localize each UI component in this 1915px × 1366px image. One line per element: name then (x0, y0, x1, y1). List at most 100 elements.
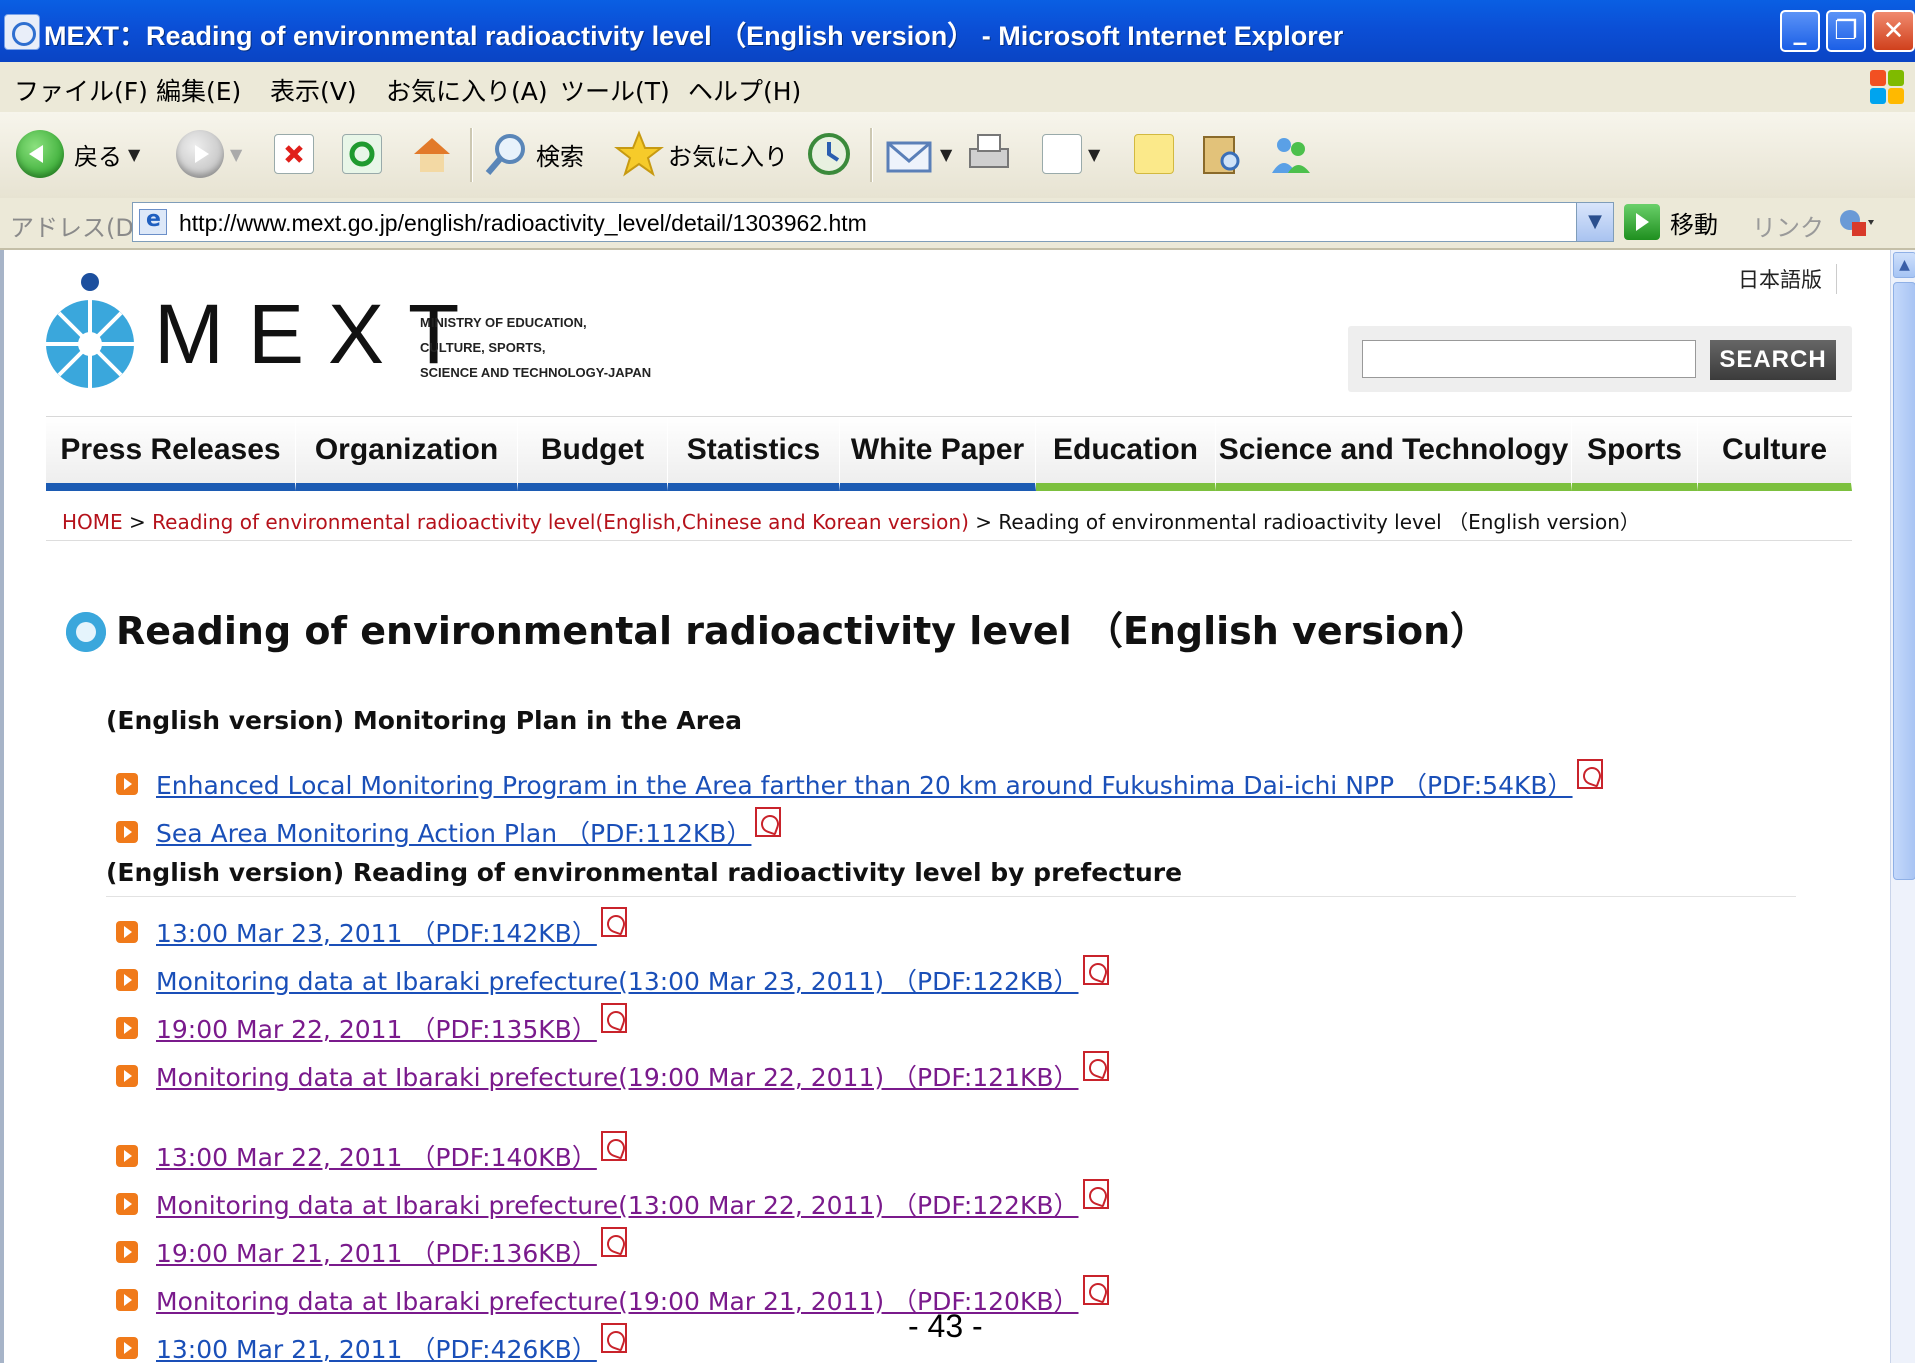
japanese-version-link[interactable]: 日本語版 (1738, 264, 1837, 294)
list-item: 19:00 Mar 22, 2011 （PDF:135KB） (116, 1003, 627, 1046)
discuss-button[interactable] (1134, 124, 1174, 184)
history-icon (808, 133, 850, 175)
nav-statistics[interactable]: Statistics (668, 417, 840, 491)
menu-tools[interactable]: ツール(T) (560, 72, 670, 108)
arrow-bullet-icon (116, 921, 138, 943)
nav-education[interactable]: Education (1036, 417, 1216, 491)
mail-button[interactable]: ▼ (884, 124, 952, 184)
pdf-link[interactable]: Sea Area Monitoring Action Plan （PDF:112… (156, 814, 751, 850)
pdf-link[interactable]: Monitoring data at Ibaraki prefecture(19… (156, 1058, 1079, 1094)
search-button[interactable]: 検索 (482, 124, 584, 184)
site-search-input[interactable] (1362, 340, 1696, 378)
vertical-scrollbar[interactable]: ▲ (1890, 250, 1915, 1363)
list-item: Monitoring data at Ibaraki prefecture(13… (116, 955, 1109, 998)
nav-sports[interactable]: Sports (1572, 417, 1698, 491)
edit-button[interactable]: ▼ (1042, 124, 1100, 184)
toolbar-separator (870, 128, 873, 182)
title-bullet-icon (66, 612, 106, 652)
go-button[interactable]: 移動 (1624, 204, 1718, 240)
section-heading-by-prefecture: (English version) Reading of environment… (106, 858, 1183, 887)
nav-science-and-technology[interactable]: Science and Technology (1216, 417, 1572, 491)
arrow-bullet-icon (116, 1241, 138, 1263)
pdf-link[interactable]: Enhanced Local Monitoring Program in the… (156, 766, 1573, 802)
nav-press-releases[interactable]: Press Releases (46, 417, 296, 491)
chevron-down-icon[interactable]: ▼ (230, 145, 242, 164)
nav-budget[interactable]: Budget (518, 417, 668, 491)
arrow-bullet-icon (116, 1289, 138, 1311)
go-arrow-icon (1624, 204, 1660, 240)
forward-button[interactable]: ▼ (176, 124, 242, 184)
arrow-bullet-icon (116, 1337, 138, 1359)
pdf-link[interactable]: 19:00 Mar 21, 2011 （PDF:136KB） (156, 1234, 597, 1270)
address-field[interactable]: ▼ (132, 202, 1614, 242)
list-item: 13:00 Mar 23, 2011 （PDF:142KB） (116, 907, 627, 950)
pdf-link[interactable]: 13:00 Mar 21, 2011 （PDF:426KB） (156, 1330, 597, 1366)
minimize-button[interactable]: _ (1780, 10, 1820, 52)
pdf-link[interactable]: 13:00 Mar 22, 2011 （PDF:140KB） (156, 1138, 597, 1174)
ministry-name: MINISTRY OF EDUCATION, CULTURE, SPORTS, … (420, 310, 651, 385)
stop-icon (274, 134, 314, 174)
browser-toolbar: 戻る ▼ ▼ 検索 お気に入り ▼ ▼ (0, 112, 1915, 199)
restore-button[interactable]: ❐ (1826, 10, 1866, 52)
messenger-icon (1272, 138, 1310, 173)
home-button[interactable] (408, 124, 456, 184)
nav-culture[interactable]: Culture (1698, 417, 1852, 491)
back-button[interactable]: 戻る ▼ (16, 124, 140, 184)
chevron-down-icon[interactable]: ▼ (1088, 145, 1100, 164)
history-button[interactable] (804, 124, 854, 184)
ministry-name-line: SCIENCE AND TECHNOLOGY-JAPAN (420, 365, 652, 380)
extension-icon[interactable] (1836, 206, 1876, 240)
menu-view[interactable]: 表示(V) (270, 72, 357, 108)
favorites-label: お気に入り (668, 142, 788, 171)
nav-organization[interactable]: Organization (296, 417, 518, 491)
section-divider (106, 896, 1796, 897)
breadcrumb-separator: > (968, 510, 999, 534)
menu-help[interactable]: ヘルプ(H) (688, 72, 801, 108)
ministry-name-line: MINISTRY OF EDUCATION, (420, 315, 587, 330)
research-button[interactable] (1196, 124, 1246, 184)
global-navigation: Press Releases Organization Budget Stati… (46, 416, 1852, 491)
pdf-icon (600, 1131, 627, 1161)
list-item: 13:00 Mar 21, 2011 （PDF:426KB） (116, 1323, 627, 1366)
window-title: MEXT：Reading of environmental radioactiv… (44, 21, 1344, 51)
pdf-icon (600, 1003, 627, 1033)
menu-bar: ファイル(F) 編集(E) 表示(V) お気に入り(A) ツール(T) ヘルプ(… (0, 62, 1915, 113)
menu-edit[interactable]: 編集(E) (156, 72, 241, 108)
pdf-icon (600, 907, 627, 937)
breadcrumb-separator: > (122, 510, 153, 534)
menu-favorites[interactable]: お気に入り(A) (386, 72, 548, 108)
list-item: 19:00 Mar 21, 2011 （PDF:136KB） (116, 1227, 627, 1270)
list-item: Monitoring data at Ibaraki prefecture(13… (116, 1179, 1109, 1222)
pdf-link[interactable]: Monitoring data at Ibaraki prefecture(13… (156, 962, 1079, 998)
links-button[interactable]: リンク (1752, 208, 1824, 243)
close-button[interactable]: ✕ (1872, 10, 1915, 52)
address-input[interactable] (177, 206, 1561, 240)
stop-button[interactable] (274, 124, 314, 184)
site-search-button[interactable]: SEARCH (1710, 340, 1836, 380)
pdf-link[interactable]: 13:00 Mar 23, 2011 （PDF:142KB） (156, 914, 597, 950)
scroll-up-button[interactable]: ▲ (1893, 252, 1915, 278)
breadcrumb-parent[interactable]: Reading of environmental radioactivity l… (152, 510, 969, 534)
chevron-down-icon[interactable]: ▼ (940, 145, 952, 164)
messenger-button[interactable] (1266, 124, 1316, 184)
forward-arrow-icon (176, 130, 224, 178)
pdf-link[interactable]: 19:00 Mar 22, 2011 （PDF:135KB） (156, 1010, 597, 1046)
go-label: 移動 (1670, 210, 1718, 239)
arrow-bullet-icon (116, 1017, 138, 1039)
windows-logo-icon (1868, 68, 1906, 106)
pdf-icon (1576, 759, 1603, 789)
ie-app-icon[interactable] (4, 14, 40, 50)
address-dropdown-button[interactable]: ▼ (1576, 203, 1613, 241)
print-button[interactable] (964, 124, 1014, 184)
scroll-thumb[interactable] (1893, 282, 1915, 880)
chevron-down-icon[interactable]: ▼ (128, 145, 140, 164)
favorites-button[interactable]: お気に入り (614, 124, 788, 184)
refresh-button[interactable] (342, 124, 382, 184)
breadcrumb-home[interactable]: HOME (62, 510, 123, 534)
list-item: Enhanced Local Monitoring Program in the… (116, 759, 1603, 802)
pdf-link[interactable]: Monitoring data at Ibaraki prefecture(13… (156, 1186, 1079, 1222)
mail-icon (886, 141, 932, 173)
nav-white-paper[interactable]: White Paper (840, 417, 1036, 491)
menu-file[interactable]: ファイル(F) (14, 72, 148, 108)
mext-logo-icon[interactable] (44, 270, 136, 390)
